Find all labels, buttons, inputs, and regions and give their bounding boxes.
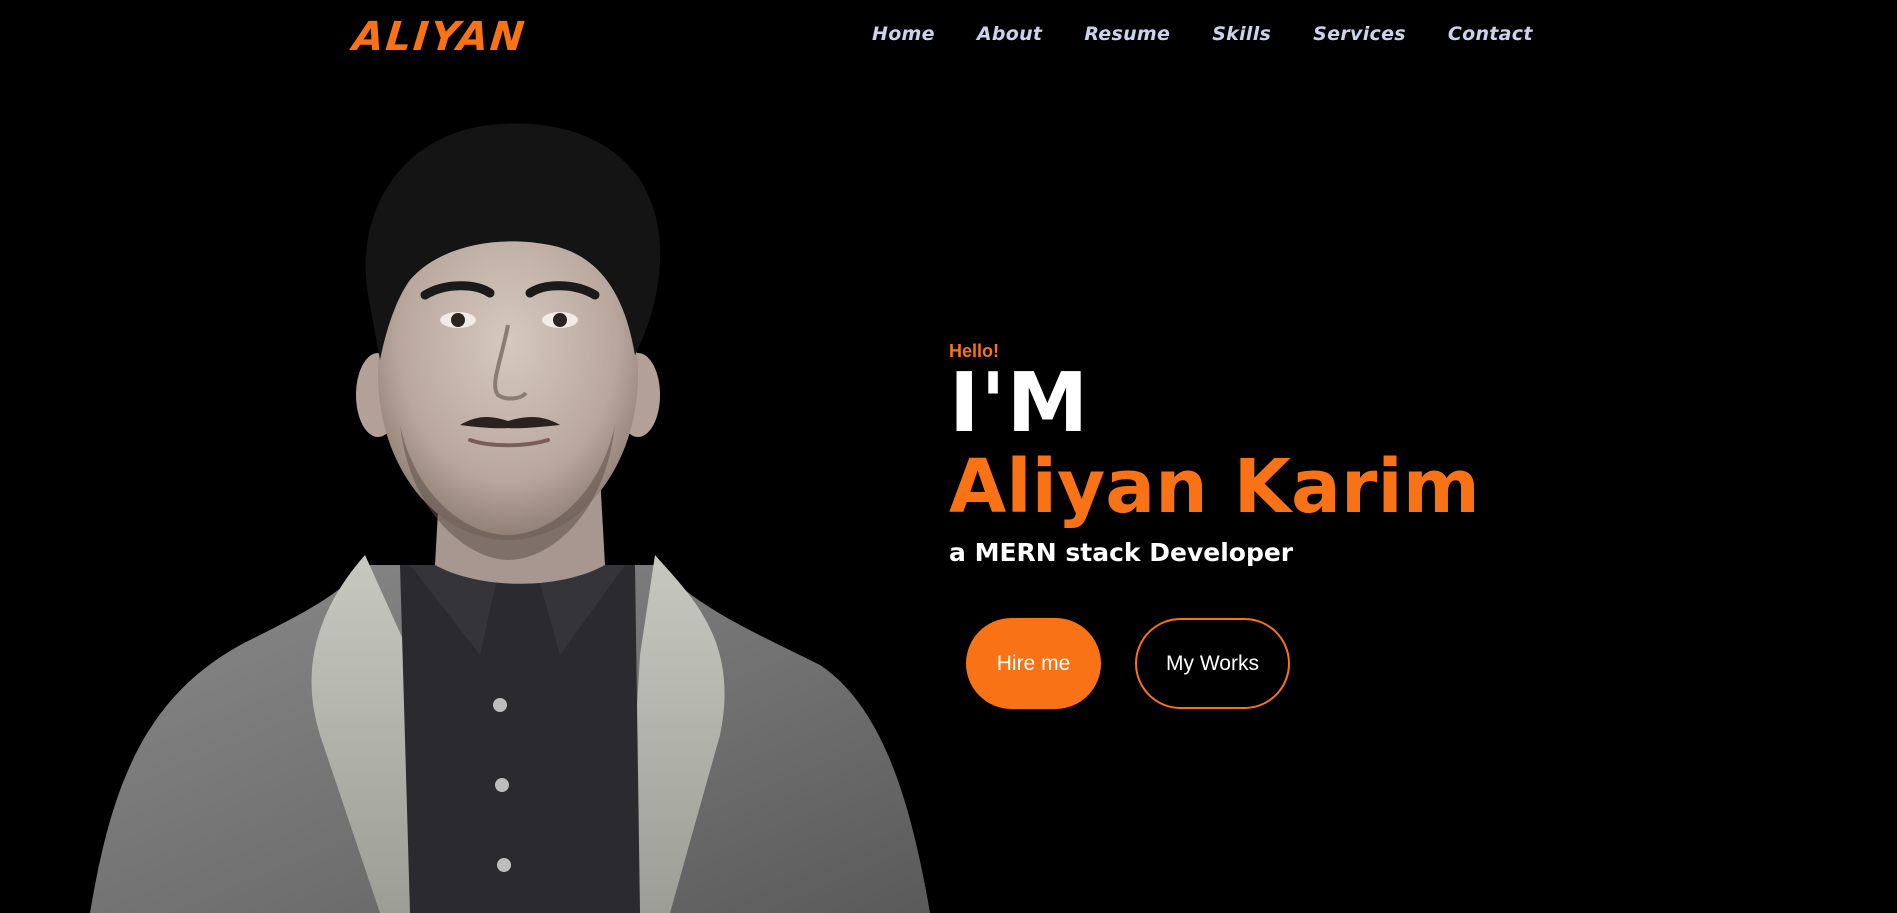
hero-buttons: Hire me My Works xyxy=(966,618,1290,709)
site-logo[interactable]: Aliyan xyxy=(351,14,529,60)
nav-contact-link[interactable]: Contact xyxy=(1448,23,1533,45)
my-works-button[interactable]: My Works xyxy=(1135,618,1290,709)
hero-section: Hello! I'M Aliyan Karim a MERN stack Dev… xyxy=(949,340,1480,570)
hire-me-button[interactable]: Hire me xyxy=(966,618,1101,709)
nav-list: Home About Resume Skills Services Contac… xyxy=(872,23,1533,45)
role-text: a MERN stack Developer xyxy=(949,538,1294,567)
name-heading: Aliyan Karim xyxy=(949,444,1480,530)
nav-skills-link[interactable]: Skills xyxy=(1212,23,1271,45)
intro-heading: I'M xyxy=(949,356,1090,451)
nav-services-link[interactable]: Services xyxy=(1313,23,1406,45)
nav-about-link[interactable]: About xyxy=(977,23,1042,45)
profile-photo xyxy=(90,123,930,913)
nav-resume-link[interactable]: Resume xyxy=(1084,23,1170,45)
nav-home-link[interactable]: Home xyxy=(872,23,935,45)
